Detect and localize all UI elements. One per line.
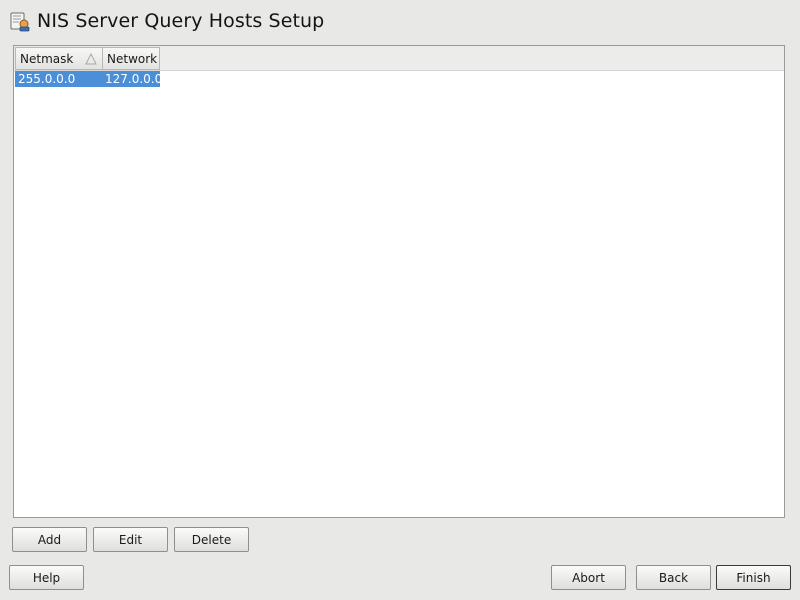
column-header-label: Network	[107, 51, 158, 66]
delete-button-label: Delete	[191, 532, 232, 547]
add-button-label: Add	[37, 532, 62, 547]
table-header: Netmask Network	[14, 46, 784, 71]
abort-button-label: Abort	[572, 570, 605, 585]
edit-button[interactable]: Edit	[93, 527, 168, 552]
help-button[interactable]: Help	[9, 565, 84, 590]
finish-button-label: Finish	[736, 570, 771, 585]
help-button-label: Help	[32, 570, 61, 585]
column-header-network[interactable]: Network	[102, 47, 160, 70]
edit-button-label: Edit	[118, 532, 143, 547]
sort-arrow-icon	[85, 53, 97, 65]
nis-server-icon	[10, 12, 30, 32]
query-hosts-table[interactable]: Netmask Network 255.0.0.0 127.0.0.0	[13, 45, 785, 518]
back-button-label: Back	[658, 570, 689, 585]
column-header-label: Netmask	[20, 51, 74, 66]
delete-button[interactable]: Delete	[174, 527, 249, 552]
dialog-header: NIS Server Query Hosts Setup	[9, 8, 324, 34]
column-header-netmask[interactable]: Netmask	[15, 47, 103, 70]
add-button[interactable]: Add	[12, 527, 87, 552]
table-row[interactable]: 255.0.0.0 127.0.0.0	[15, 71, 163, 87]
page-title: NIS Server Query Hosts Setup	[37, 10, 325, 32]
back-button[interactable]: Back	[636, 565, 711, 590]
abort-button[interactable]: Abort	[551, 565, 626, 590]
netmask-cell: 255.0.0.0	[18, 72, 76, 86]
network-cell: 127.0.0.0	[105, 72, 163, 86]
finish-button[interactable]: Finish	[716, 565, 791, 590]
